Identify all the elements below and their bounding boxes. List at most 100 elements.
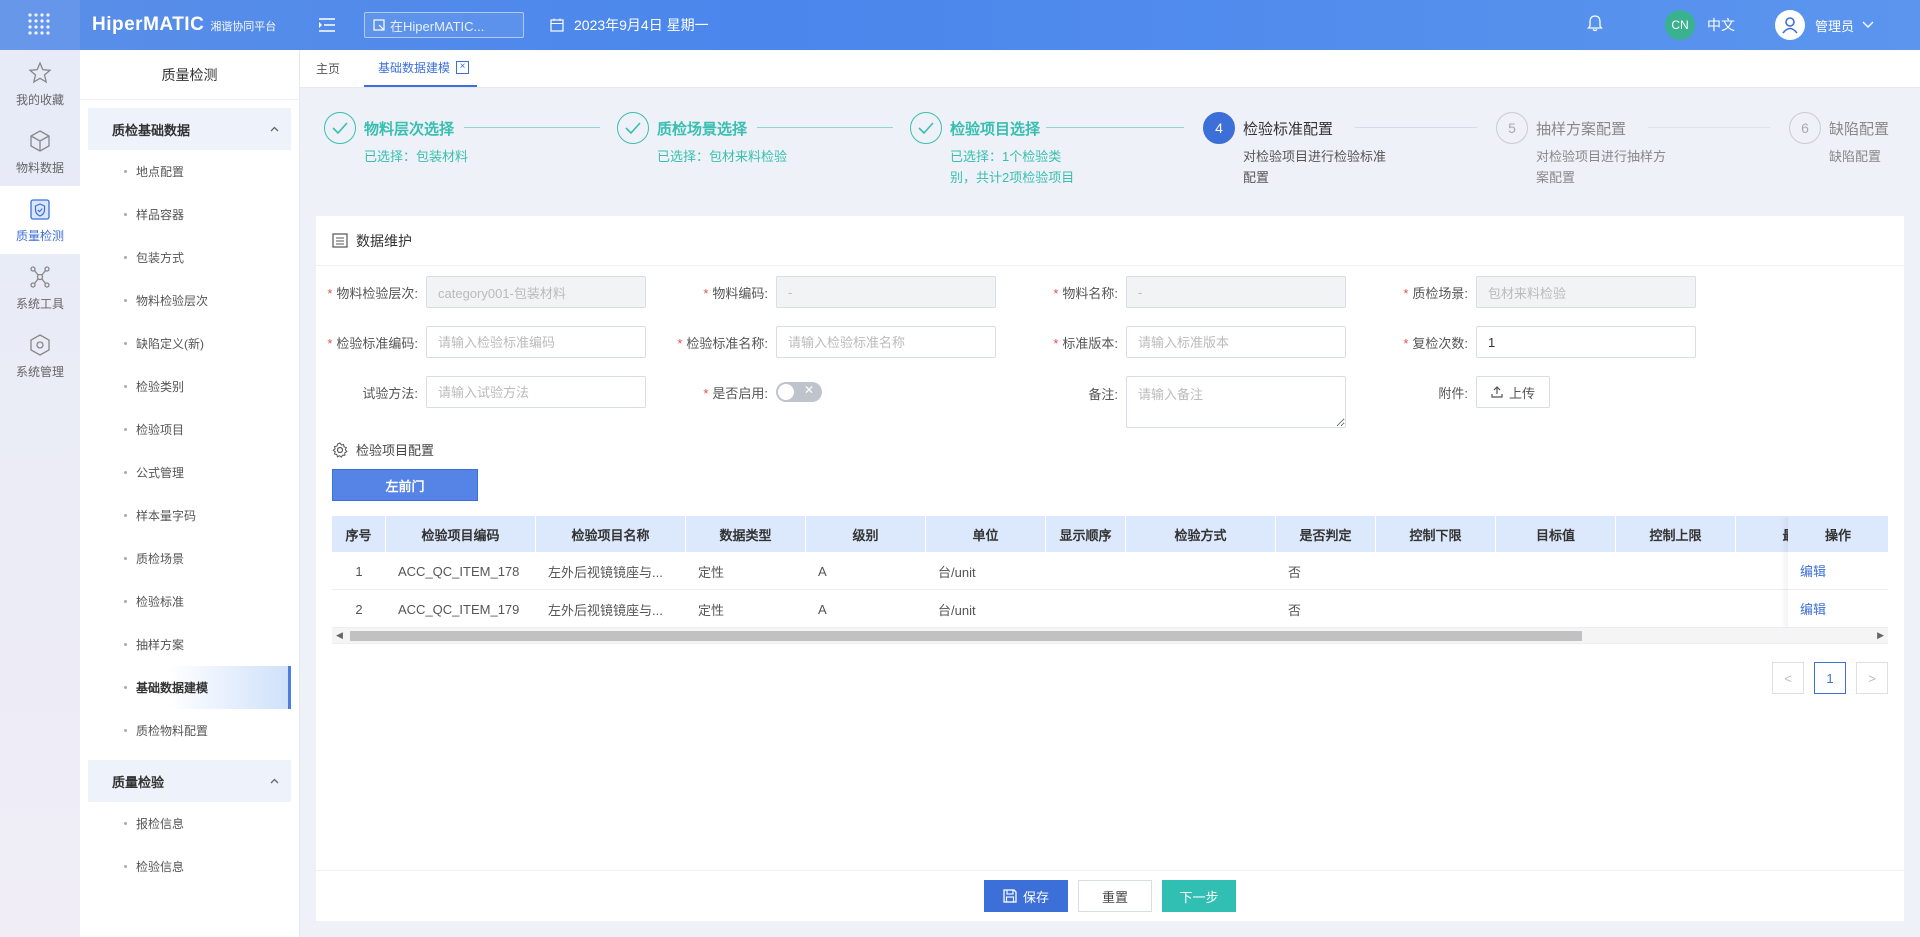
sidebar-item-data-modeling[interactable]: 基础数据建模 (88, 666, 291, 709)
avatar[interactable] (1774, 10, 1805, 40)
upload-button[interactable]: 上传 (1476, 376, 1551, 408)
sidebar-item-sample-size-code[interactable]: 样本量字码 (80, 494, 299, 537)
tab-label: 基础数据建模 (378, 60, 451, 75)
sidebar-item-defect-definition[interactable]: 缺陷定义(新) (80, 322, 299, 365)
cell (1376, 590, 1496, 628)
sidebar-item-packaging[interactable]: 包装方式 (80, 236, 299, 279)
tab-home[interactable]: 主页 (316, 49, 340, 87)
field-test-method: 试验方法: (316, 376, 646, 408)
remark-textarea[interactable] (1126, 376, 1346, 428)
sidebar-item-inspection-item[interactable]: 检验项目 (80, 408, 299, 451)
field-label: * 物料编码: (703, 285, 768, 301)
col-header: 控制下限 (1376, 516, 1496, 552)
search-icon (373, 19, 385, 31)
group-label: 质量检验 (112, 774, 165, 790)
field-label: 试验方法: (362, 385, 418, 401)
field-material-level: * 物料检验层次: category001-包装材料 (316, 276, 646, 308)
recheck-count-input[interactable] (1476, 326, 1696, 358)
table-header: 序号 检验项目编码 检验项目名称 数据类型 级别 单位 显示顺序 检验方式 是否… (332, 516, 1888, 552)
toggle-off-mark: ✕ (803, 383, 814, 397)
sidebar-item-qc-material-config[interactable]: 质检物料配置 (80, 709, 299, 752)
next-step-button[interactable]: 下一步 (1162, 880, 1236, 912)
sidebar-item-material-level[interactable]: 物料检验层次 (80, 279, 299, 322)
sidebar-item-inspection-request[interactable]: 报检信息 (80, 802, 299, 845)
enabled-toggle[interactable]: ✕ (776, 382, 822, 402)
language-badge[interactable]: CN (1664, 10, 1695, 40)
scroll-right-icon[interactable]: ▶ (1877, 630, 1884, 641)
rail-item-favorites[interactable]: 我的收藏 (0, 50, 80, 118)
step-desc: 缺陷配置 (1829, 149, 1882, 164)
field-standard-code: * 检验标准编码: (316, 326, 646, 358)
global-search-input[interactable]: 在HiperMATIC... (364, 12, 524, 38)
sidebar: 质量检测 质检基础数据 地点配置 样品容器 包装方式 物料检验层次 缺陷定义(新… (80, 50, 300, 937)
field-label: * 标准版本: (1053, 335, 1118, 351)
field-label: 备注: (1088, 387, 1118, 402)
chevron-down-icon[interactable] (1862, 21, 1874, 29)
check-icon (910, 112, 942, 144)
sidebar-item-inspection-category[interactable]: 检验类别 (80, 365, 299, 408)
field-label: * 质检场景: (1403, 285, 1468, 301)
sidebar-item-location-config[interactable]: 地点配置 (80, 150, 299, 193)
item-config-section-header: 检验项目配置 (332, 440, 434, 459)
search-placeholder: 在HiperMATIC... (390, 18, 485, 34)
sidebar-item-inspection-info[interactable]: 检验信息 (80, 845, 299, 888)
field-attachment: 附件: 上传 (1366, 376, 1551, 408)
test-method-input[interactable] (426, 376, 646, 408)
save-button[interactable]: 保存 (984, 880, 1068, 912)
field-material-name: * 物料名称: - (1016, 276, 1346, 308)
sidebar-item-sample-container[interactable]: 样品容器 (80, 193, 299, 236)
col-header: 检验项目编码 (386, 516, 536, 552)
step-desc: 已选择：包装材料 (364, 149, 469, 164)
sidebar-item-formula[interactable]: 公式管理 (80, 451, 299, 494)
edit-link[interactable]: 编辑 (1788, 552, 1888, 590)
rail-item-quality-inspection[interactable]: 质量检测 (0, 186, 80, 254)
rail-item-system-tools[interactable]: 系统工具 (0, 254, 80, 322)
prev-page-button[interactable]: < (1772, 662, 1804, 694)
chevron-up-icon (270, 778, 279, 784)
document-list-icon (332, 233, 348, 248)
col-header: 序号 (332, 516, 386, 552)
sidebar-group-basic-data[interactable]: 质检基础数据 (88, 108, 291, 150)
user-name[interactable]: 管理员 (1815, 16, 1854, 35)
field-material-code: * 物料编码: - (666, 276, 996, 308)
step-title: 质检场景选择 (657, 121, 748, 138)
close-icon[interactable]: × (456, 60, 470, 74)
tab-data-modeling[interactable]: 基础数据建模 × (364, 49, 478, 87)
scrollbar-thumb[interactable] (350, 631, 1582, 641)
cell (1046, 552, 1126, 590)
edit-link[interactable]: 编辑 (1788, 590, 1888, 628)
bell-icon[interactable] (1587, 15, 1603, 35)
brand-subtitle: 湘谐协同平台 (210, 21, 277, 33)
next-page-button[interactable]: > (1856, 662, 1888, 694)
language-switch[interactable]: 中文 (1707, 15, 1735, 35)
save-icon (1003, 889, 1017, 903)
menu-toggle-icon[interactable] (312, 18, 342, 32)
form-actions: 保存 重置 下一步 (316, 870, 1904, 921)
sidebar-group-quality-inspection[interactable]: 质量检验 (88, 760, 291, 802)
table-horizontal-scrollbar[interactable]: ◀ ▶ (332, 628, 1888, 643)
cell: 1 (355, 563, 363, 579)
step-connector (1648, 127, 1770, 128)
operation-column: 操作 编辑 编辑 (1788, 516, 1888, 628)
sidebar-item-qc-scene[interactable]: 质检场景 (80, 537, 299, 580)
sidebar-item-sampling-plan[interactable]: 抽样方案 (80, 623, 299, 666)
col-header: 检验项目名称 (536, 516, 686, 552)
app-grid-icon[interactable] (0, 0, 80, 50)
sidebar-title: 质量检测 (80, 50, 299, 100)
step-connector (1355, 127, 1477, 128)
rail-item-system-management[interactable]: 系统管理 (0, 322, 80, 390)
page-1-button[interactable]: 1 (1814, 662, 1846, 694)
step-desc: 对检验项目进行抽样方案配置 (1536, 149, 1667, 185)
step-number: 6 (1789, 112, 1821, 144)
standard-code-input[interactable] (426, 326, 646, 358)
rail-item-material-data[interactable]: 物料数据 (0, 118, 80, 186)
cell: 否 (1288, 564, 1302, 580)
standard-version-input[interactable] (1126, 326, 1346, 358)
cell: ACC_QC_ITEM_178 (398, 563, 520, 579)
reset-button[interactable]: 重置 (1078, 880, 1152, 912)
standard-name-input[interactable] (776, 326, 996, 358)
left-front-door-button[interactable]: 左前门 (332, 469, 478, 501)
table-row: 1 ACC_QC_ITEM_178 左外后视镜镜座与... 定性 A 台/uni… (332, 552, 1888, 590)
sidebar-item-inspection-standard[interactable]: 检验标准 (80, 580, 299, 623)
scroll-left-icon[interactable]: ◀ (336, 630, 343, 641)
